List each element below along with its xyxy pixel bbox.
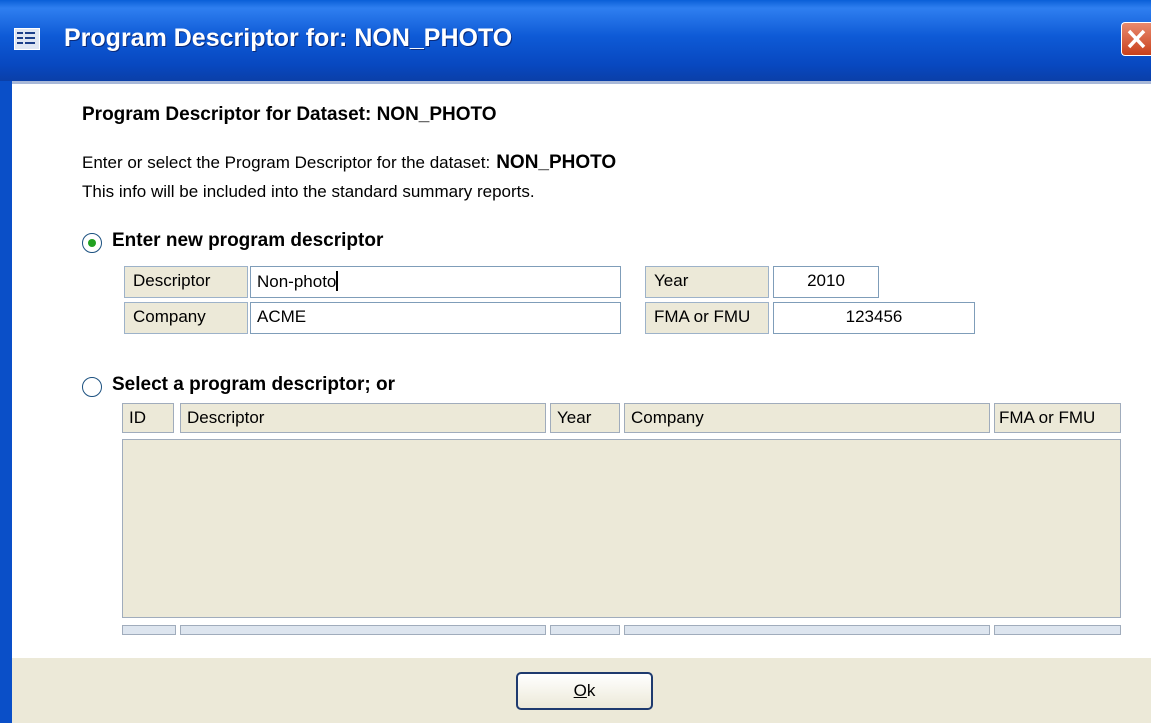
- instruction-line-2: This info will be included into the stan…: [82, 182, 535, 201]
- column-footer-company: [624, 625, 990, 635]
- descriptor-value: Non-photo: [257, 272, 337, 291]
- fma-field[interactable]: 123456: [773, 302, 975, 334]
- form-heading: Program Descriptor for Dataset: NON_PHOT…: [82, 104, 497, 125]
- radio-select-existing[interactable]: [82, 377, 102, 397]
- column-footer-id: [122, 625, 176, 635]
- descriptor-field[interactable]: Non-photo: [250, 266, 621, 298]
- year-label: Year: [645, 266, 769, 298]
- column-footer-year: [550, 625, 620, 635]
- title-bar[interactable]: Program Descriptor for: NON_PHOTO: [0, 0, 1151, 81]
- text-caret: [336, 271, 339, 291]
- radio-selected-dot: [88, 239, 96, 247]
- instruction-dataset: NON_PHOTO: [496, 152, 617, 173]
- company-label: Company: [124, 302, 248, 334]
- fma-label: FMA or FMU: [645, 302, 769, 334]
- instruction-prefix: Enter or select the Program Descriptor f…: [82, 153, 491, 172]
- ok-button[interactable]: Ok: [516, 672, 653, 710]
- ok-label: k: [586, 681, 596, 700]
- year-field[interactable]: 2010: [773, 266, 879, 298]
- radio-select-existing-label[interactable]: Select a program descriptor; or: [112, 374, 395, 396]
- company-field[interactable]: ACME: [250, 302, 621, 334]
- column-header-fma[interactable]: FMA or FMU: [994, 403, 1121, 433]
- column-header-id[interactable]: ID: [122, 403, 174, 433]
- radio-enter-new[interactable]: [82, 233, 102, 253]
- column-header-year[interactable]: Year: [550, 403, 620, 433]
- ok-accelerator: O: [573, 681, 587, 700]
- column-header-descriptor[interactable]: Descriptor: [180, 403, 546, 433]
- window-border: [0, 81, 12, 723]
- close-button[interactable]: [1121, 22, 1151, 56]
- radio-enter-new-label[interactable]: Enter new program descriptor: [112, 230, 383, 252]
- form-icon: [14, 28, 40, 50]
- instruction-text: Enter or select the Program Descriptor f…: [82, 152, 616, 174]
- column-footer-fma: [994, 625, 1121, 635]
- column-header-company[interactable]: Company: [624, 403, 990, 433]
- column-footer-descriptor: [180, 625, 546, 635]
- descriptor-list[interactable]: [122, 439, 1121, 618]
- descriptor-label: Descriptor: [124, 266, 248, 298]
- close-icon: [1127, 29, 1146, 49]
- window-title: Program Descriptor for: NON_PHOTO: [64, 24, 513, 52]
